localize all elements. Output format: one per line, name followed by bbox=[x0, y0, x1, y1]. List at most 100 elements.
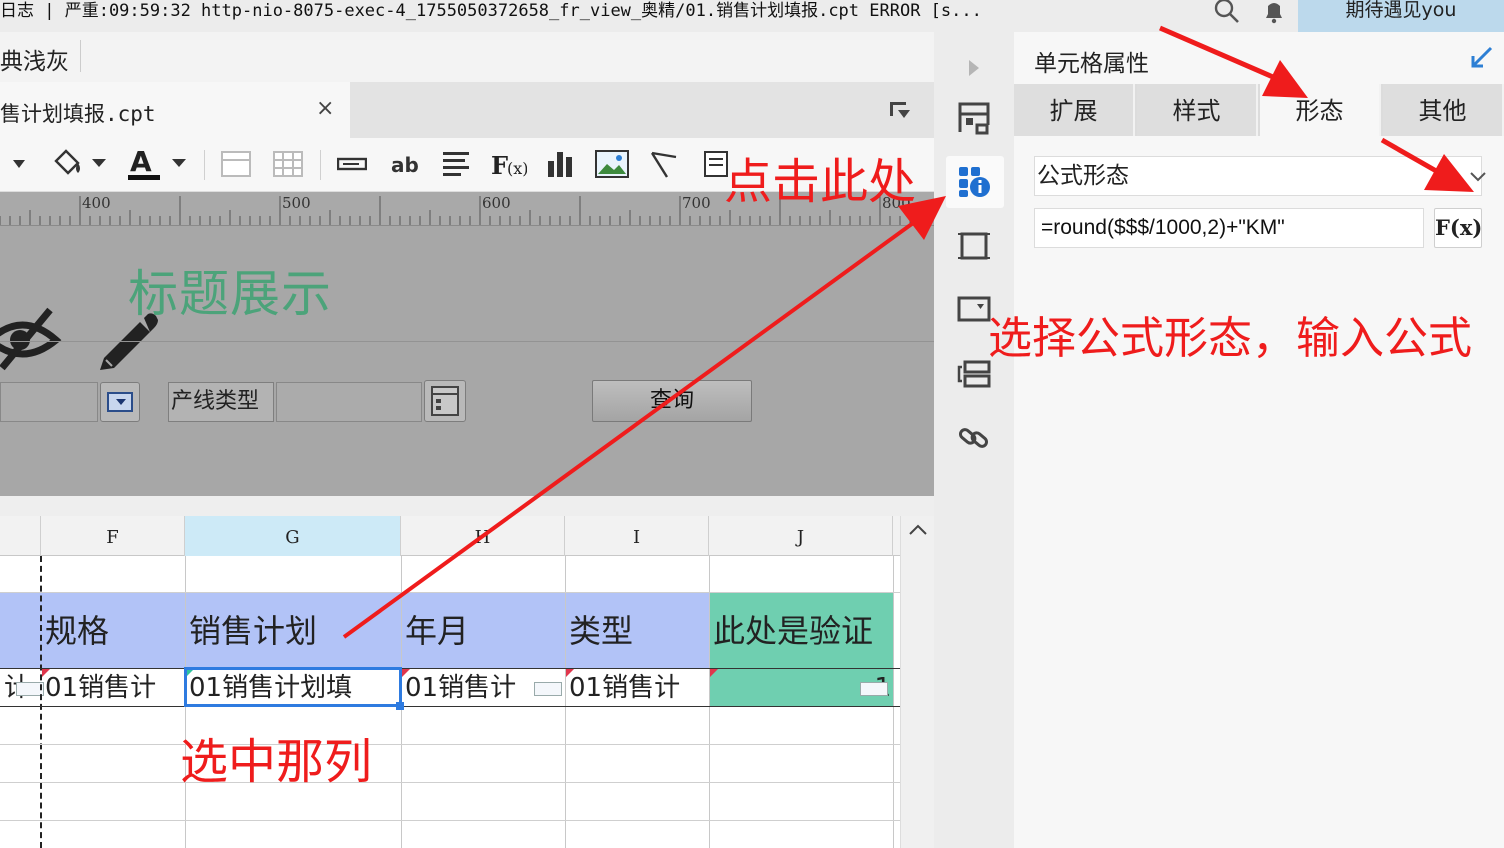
tab-style[interactable]: 样式 bbox=[1137, 84, 1258, 136]
pin-arrow-icon[interactable] bbox=[1469, 44, 1495, 70]
style-bar: 典浅灰 bbox=[0, 32, 934, 82]
combo-box-field[interactable] bbox=[0, 382, 98, 422]
close-icon[interactable]: × bbox=[316, 96, 334, 121]
combo-dropdown-icon[interactable] bbox=[100, 382, 140, 422]
parameter-pane: 标题展示 产线类型 查询 bbox=[0, 226, 934, 496]
table-header-cell[interactable]: 类型 bbox=[565, 592, 709, 668]
divider bbox=[320, 150, 321, 180]
formula-input[interactable]: =round($$$/1000,2)+"KM" bbox=[1034, 208, 1424, 248]
tab-expand[interactable]: 扩展 bbox=[1014, 84, 1135, 136]
cell-attribute-icon[interactable] bbox=[954, 162, 994, 202]
font-color-icon[interactable]: A bbox=[126, 144, 192, 184]
text-field-icon[interactable] bbox=[334, 144, 370, 184]
vertical-scrollbar[interactable] bbox=[900, 516, 934, 848]
query-button[interactable]: 查询 bbox=[592, 380, 752, 422]
gridline bbox=[893, 556, 894, 848]
search-icon[interactable] bbox=[1212, 0, 1242, 24]
hyperlink-icon[interactable] bbox=[954, 418, 994, 458]
gridline bbox=[709, 556, 710, 848]
page-break-line bbox=[40, 556, 42, 848]
theme-selector[interactable]: 典浅灰 bbox=[0, 42, 69, 76]
corner-marker bbox=[402, 669, 410, 677]
merge-cells-icon[interactable] bbox=[218, 144, 254, 184]
dropdown-arrow-icon[interactable] bbox=[8, 144, 30, 184]
edit-pencil-icon[interactable] bbox=[94, 308, 160, 372]
format-type-select[interactable]: 公式形态 bbox=[1034, 156, 1486, 196]
gridline bbox=[0, 592, 900, 593]
line-type-field[interactable] bbox=[276, 382, 422, 422]
spreadsheet-grid: F G H I J 规格 销售计划 年月 类型 此处是验证 计 01销售计 01… bbox=[0, 516, 900, 848]
align-icon[interactable] bbox=[438, 144, 474, 184]
annotation-choose-formula: 选择公式形态，输入公式 bbox=[988, 313, 1472, 364]
chevron-down-icon[interactable] bbox=[1461, 159, 1495, 193]
slash-cell-icon[interactable] bbox=[646, 144, 682, 184]
annotation-click-here: 点击此处 bbox=[724, 154, 917, 210]
table-header-cell[interactable] bbox=[0, 592, 41, 668]
hide-eye-icon[interactable] bbox=[0, 306, 64, 372]
split-cells-icon[interactable] bbox=[270, 144, 306, 184]
gridline bbox=[0, 706, 900, 707]
tab-list-icon[interactable] bbox=[888, 98, 912, 122]
format-type-value: 公式形态 bbox=[1037, 163, 1129, 189]
text-icon[interactable]: ab bbox=[386, 144, 422, 184]
tab-other[interactable]: 其他 bbox=[1383, 84, 1504, 136]
table-header-cell[interactable]: 此处是验证 bbox=[709, 592, 893, 668]
float-element-icon[interactable] bbox=[954, 226, 994, 266]
fill-color-icon[interactable] bbox=[48, 144, 110, 184]
right-icon-strip bbox=[934, 32, 1014, 848]
tree-picker-icon[interactable] bbox=[424, 380, 466, 422]
column-header-i[interactable]: I bbox=[565, 516, 709, 556]
line-type-label[interactable]: 产线类型 bbox=[168, 382, 274, 422]
cell-element-icon[interactable] bbox=[954, 98, 994, 138]
gridline bbox=[0, 744, 900, 745]
divider bbox=[0, 341, 934, 342]
file-tab[interactable]: 售计划填报.cpt × bbox=[0, 82, 350, 138]
column-header-g[interactable]: G bbox=[185, 516, 401, 556]
ruler-label: 700 bbox=[682, 194, 711, 212]
column-header-row: F G H I J bbox=[0, 516, 900, 556]
chart-icon[interactable] bbox=[542, 144, 578, 184]
gridline bbox=[0, 820, 900, 821]
ruler-label: 400 bbox=[82, 194, 111, 212]
panel-title: 单元格属性 bbox=[1034, 51, 1149, 77]
table-cell[interactable]: 01销售计 bbox=[565, 668, 709, 706]
svg-text:F: F bbox=[491, 151, 508, 178]
widget-marker bbox=[860, 682, 888, 696]
column-header-h[interactable]: H bbox=[401, 516, 565, 556]
image-icon[interactable] bbox=[594, 144, 630, 184]
table-header-cell[interactable]: 规格 bbox=[41, 592, 185, 668]
ruler-label: 500 bbox=[282, 194, 311, 212]
tab-format[interactable]: 形态 bbox=[1260, 84, 1381, 136]
divider bbox=[204, 150, 205, 180]
svg-text:A: A bbox=[130, 145, 152, 178]
gridline bbox=[0, 782, 900, 783]
column-header[interactable] bbox=[0, 516, 41, 556]
fill-handle[interactable] bbox=[396, 702, 404, 710]
widget-marker bbox=[534, 682, 562, 696]
scroll-up-icon[interactable] bbox=[909, 524, 927, 536]
corner-marker bbox=[566, 669, 574, 677]
formula-editor-button[interactable]: F(x) bbox=[1434, 208, 1482, 248]
table-cell[interactable]: 01销售计 bbox=[41, 668, 185, 706]
expand-arrow-icon[interactable] bbox=[954, 48, 994, 88]
formula-icon[interactable]: F (x) bbox=[488, 144, 528, 184]
table-header-cell[interactable]: 年月 bbox=[401, 592, 565, 668]
file-tab-bar: 售计划填报.cpt × bbox=[0, 82, 934, 138]
svg-text:ab: ab bbox=[391, 153, 419, 176]
column-header-f[interactable]: F bbox=[41, 516, 185, 556]
file-tab-label: 售计划填报.cpt bbox=[0, 102, 156, 126]
user-name[interactable]: 期待遇见you bbox=[1298, 0, 1504, 32]
divider bbox=[0, 496, 934, 516]
panel-tabs: 扩展 样式 形态 其他 bbox=[1014, 84, 1504, 136]
column-header-j[interactable]: J bbox=[709, 516, 893, 556]
cell-selection bbox=[184, 667, 402, 707]
svg-text:(x): (x) bbox=[507, 159, 527, 178]
corner-marker bbox=[710, 669, 718, 677]
table-header-cell[interactable]: 销售计划 bbox=[185, 592, 401, 668]
annotation-select-column: 选中那列 bbox=[180, 734, 373, 790]
log-bar: 日志 | 严重:09:59:32 http-nio-8075-exec-4_17… bbox=[0, 0, 1504, 32]
bell-icon[interactable] bbox=[1262, 0, 1286, 24]
log-message[interactable]: 日志 | 严重:09:59:32 http-nio-8075-exec-4_17… bbox=[0, 0, 982, 24]
gridline bbox=[0, 668, 900, 669]
divider bbox=[80, 40, 81, 72]
